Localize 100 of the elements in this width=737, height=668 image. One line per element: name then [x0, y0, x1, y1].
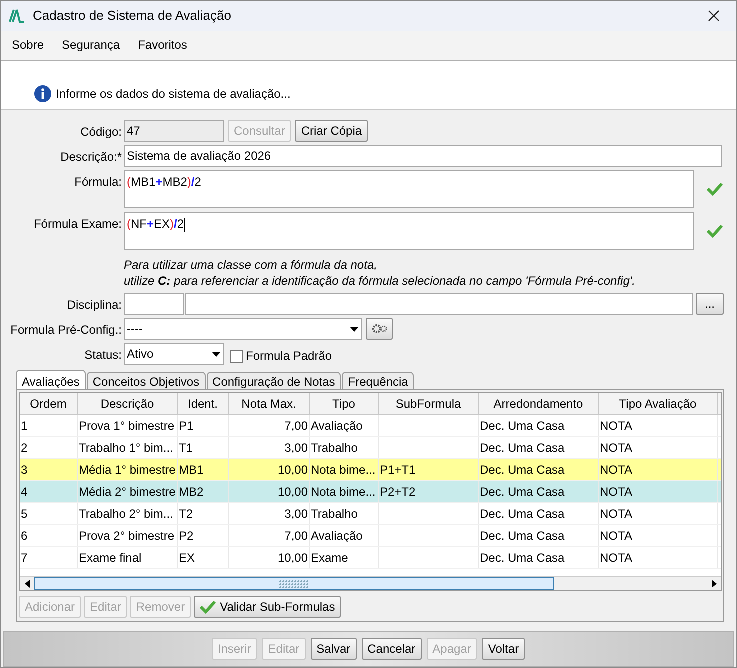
window-title: Cadastro de Sistema de Avaliação — [33, 7, 232, 26]
table-cell-text: Exame final — [79, 550, 142, 567]
table-cell-text: Trabalho 2° bim... — [79, 506, 174, 523]
table-cell-text: 10,00 — [278, 484, 308, 501]
code-field[interactable] — [124, 293, 184, 316]
field-label: Descrição:* — [60, 150, 122, 164]
description-field[interactable]: Sistema de avaliação 2026 — [124, 145, 722, 168]
table-cell-text: Dec. Uma Casa — [480, 484, 565, 501]
scrollbar-thumb[interactable] — [34, 577, 554, 590]
button[interactable]: Validar Sub-Formulas — [194, 596, 342, 618]
gear-button[interactable] — [366, 318, 393, 340]
table-cell-text: Dec. Uma Casa — [480, 550, 565, 567]
button[interactable]: Cancelar — [362, 638, 422, 660]
check-icon — [200, 600, 216, 614]
table-cell-text: MB1 — [179, 462, 204, 479]
checkbox[interactable]: Formula Padrão — [230, 347, 332, 366]
column-header[interactable]: Ordem — [20, 393, 78, 416]
table-cell-text: 3,00 — [284, 440, 308, 457]
table-cell-text: Avaliação — [311, 418, 363, 435]
table-cell-text: P2+T2 — [380, 484, 416, 501]
menu-item[interactable]: Segurança — [55, 36, 128, 54]
gears-icon — [372, 324, 388, 334]
table-cell-text: P1+T1 — [380, 462, 416, 479]
table-cell-text: T2 — [179, 506, 194, 523]
table-cell-text: Média 2° bimestre — [79, 484, 176, 501]
table-cell-text: 7 — [21, 550, 28, 567]
column-header[interactable]: Nota Max. — [229, 393, 310, 416]
table-cell-text: P1 — [179, 418, 194, 435]
info-icon — [34, 85, 52, 104]
table-cell-text: NOTA — [600, 528, 632, 545]
highlighted-row[interactable]: 3 Média 1° bimestre MB1 10,00 Nota bime... P1+T1 Dec. Uma Casa NOTA — [20, 459, 721, 482]
table-cell-text: EX — [179, 550, 196, 567]
tab[interactable]: Avaliações — [16, 370, 86, 390]
table-cell-text: 1 — [21, 418, 28, 435]
table-cell-text: NOTA — [600, 418, 632, 435]
table-cell-text: NOTA — [600, 550, 632, 567]
button[interactable]: Salvar — [310, 638, 357, 660]
tab[interactable]: Configuração de Notas — [206, 372, 342, 390]
app-logo-icon — [9, 8, 25, 23]
hint-text: Para utilizar uma classe com a fórmula da nota, — [124, 257, 378, 274]
column-header[interactable]: Descrição — [78, 393, 178, 416]
right-arrow-icon — [712, 580, 716, 588]
field-label: Código: — [80, 125, 122, 140]
table-cell-text: Trabalho 1° bim... — [79, 440, 174, 457]
column-header[interactable]: Tipo — [310, 393, 379, 416]
table-cell-text: NOTA — [600, 506, 632, 523]
table-cell-text: 2 — [21, 440, 28, 457]
table-cell-text: Exame — [311, 550, 348, 567]
table-cell-text: 10,00 — [278, 462, 308, 479]
table-cell-text: P2 — [179, 528, 194, 545]
column-header[interactable]: Ident. — [178, 393, 229, 416]
table-cell-text: Prova 1° bimestre — [79, 418, 175, 435]
hint-text: utilize C: para referenciar a identificação da fórmula selecionada no campo 'Fórmula Pré-config'. — [124, 273, 637, 290]
table-cell-text: 4 — [21, 484, 28, 501]
table-cell-text: Dec. Uma Casa — [480, 506, 565, 523]
table-cell-text: T1 — [179, 440, 194, 457]
field-label: Status: — [84, 348, 122, 362]
table-cell-text: Avaliação — [311, 528, 363, 545]
info-message: Informe os dados do sistema de avaliação... — [56, 86, 291, 104]
left-arrow-icon — [24, 580, 30, 588]
preset-formula-dropdown[interactable]: ---- — [124, 318, 362, 340]
code-field[interactable]: 47 — [124, 120, 224, 142]
highlighted-row[interactable]: 4 Média 2° bimestre MB2 10,00 Nota bime... P2+T2 Dec. Uma Casa NOTA — [20, 481, 721, 504]
column-header[interactable]: Arredondamento — [479, 393, 599, 416]
table-cell-text: MB2 — [179, 484, 204, 501]
table-cell-text: 7,00 — [284, 528, 308, 545]
status-dropdown[interactable]: Ativo — [124, 343, 224, 366]
column-header[interactable]: Tipo Avaliação — [599, 393, 718, 416]
button[interactable]: Voltar — [482, 638, 526, 660]
table-cell-text: 5 — [21, 506, 28, 523]
input-field[interactable] — [185, 293, 693, 316]
dropdown-arrow-icon — [212, 352, 221, 357]
formula-field[interactable]: (NF+EX)/2 — [124, 212, 694, 250]
table-cell-text: Dec. Uma Casa — [480, 528, 565, 545]
button[interactable]: ... — [696, 293, 724, 316]
table-cell-text: 3,00 — [284, 506, 308, 523]
column-header[interactable]: SubFormula — [379, 393, 479, 416]
tab[interactable]: Conceitos Objetivos — [86, 372, 206, 390]
table-cell-text: Nota bime... — [311, 462, 376, 479]
table-cell-text: Prova 2° bimestre — [79, 528, 175, 545]
table-cell-text: Dec. Uma Casa — [480, 440, 565, 457]
field-label: Disciplina: — [67, 298, 122, 312]
table-cell-text: NOTA — [600, 440, 632, 457]
table-cell-text: 7,00 — [284, 418, 308, 435]
table-cell-text: 10,00 — [278, 550, 308, 567]
menu-item[interactable]: Favoritos — [131, 36, 194, 54]
table-cell-text: Trabalho — [311, 440, 358, 457]
tab[interactable]: Frequência — [342, 372, 414, 390]
table-cell-text: Dec. Uma Casa — [480, 418, 565, 435]
table-cell-text: Dec. Uma Casa — [480, 462, 565, 479]
button[interactable]: Criar Cópia — [295, 120, 368, 142]
table-cell-text: Trabalho — [311, 506, 358, 523]
close-icon[interactable] — [708, 10, 720, 22]
table-cell-text: NOTA — [600, 462, 632, 479]
menu-item[interactable]: Sobre — [5, 36, 52, 54]
field-label: Fórmula: — [74, 175, 122, 190]
formula-field[interactable]: (MB1+MB2)/2 — [124, 170, 694, 208]
table-cell-text: 3 — [21, 462, 28, 479]
dropdown-arrow-icon — [350, 326, 359, 332]
table-cell-text: Nota bime... — [311, 484, 376, 501]
